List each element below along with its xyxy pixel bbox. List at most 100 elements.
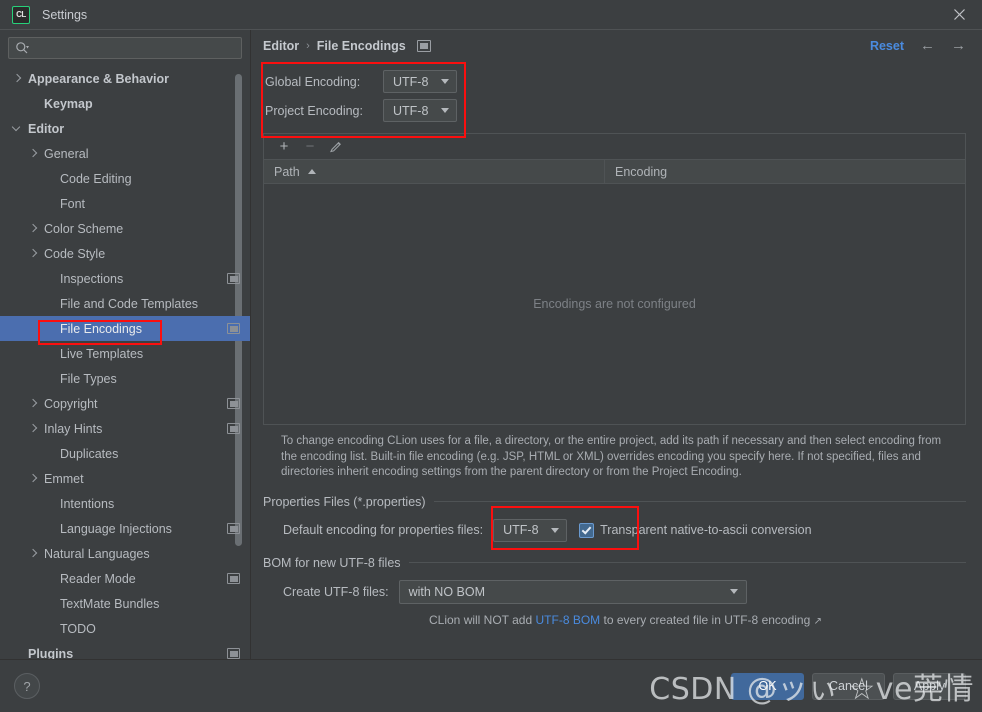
search-input[interactable] [29, 39, 235, 57]
forward-icon[interactable]: → [951, 38, 966, 53]
settings-sync-icon[interactable] [227, 523, 240, 534]
create-utf8-label: Create UTF-8 files: [283, 584, 389, 599]
sidebar-item-label: Language Injections [60, 521, 172, 536]
chevron-right-icon[interactable] [28, 223, 39, 234]
column-header-encoding[interactable]: Encoding [605, 160, 965, 183]
project-encoding-select[interactable]: UTF-8 [383, 99, 457, 122]
ok-button[interactable]: OK [731, 672, 804, 700]
settings-sync-icon[interactable] [227, 573, 240, 584]
chevron-right-icon[interactable] [28, 148, 39, 159]
sidebar-item-label: Inlay Hints [44, 421, 103, 436]
global-encoding-row: Global Encoding: UTF-8 [265, 67, 966, 96]
dialog-footer: ? OK Cancel Apply CSDN @ッぃ ☆ve莞情 [0, 659, 982, 712]
column-header-encoding-label: Encoding [615, 164, 668, 179]
properties-encoding-label: Default encoding for properties files: [283, 523, 484, 537]
sidebar-item-label: File Encodings [60, 321, 142, 336]
close-icon[interactable] [936, 0, 982, 29]
chevron-right-icon[interactable] [28, 423, 39, 434]
chevron-down-icon [551, 527, 560, 533]
sidebar-item-live-templates[interactable]: Live Templates [0, 341, 250, 366]
search-container [0, 30, 250, 65]
chevron-right-icon[interactable] [28, 473, 39, 484]
cancel-button[interactable]: Cancel [812, 672, 885, 700]
properties-encoding-value: UTF-8 [503, 523, 539, 537]
sidebar-item-label: Code Style [44, 246, 106, 261]
chevron-down-icon [441, 79, 449, 84]
settings-sync-icon[interactable] [227, 323, 240, 334]
window-title: Settings [42, 7, 88, 22]
sidebar-item-file-types[interactable]: File Types [0, 366, 250, 391]
global-encoding-select[interactable]: UTF-8 [383, 70, 457, 93]
edit-button[interactable] [324, 137, 348, 157]
bom-note: CLion will NOT add UTF-8 BOM to every cr… [263, 613, 966, 627]
encodings-table: + − Path Encoding Encodings are not conf… [263, 133, 966, 425]
sidebar-item-label: Keymap [44, 96, 93, 111]
bom-group-header: BOM for new UTF-8 files [263, 556, 966, 570]
create-utf8-select[interactable]: with NO BOM [398, 579, 747, 604]
help-icon[interactable]: ? [14, 673, 40, 699]
sidebar-item-color-scheme[interactable]: Color Scheme [0, 216, 250, 241]
sidebar-item-file-encodings[interactable]: File Encodings [0, 316, 250, 341]
apply-button[interactable]: Apply [893, 672, 966, 700]
search-icon [15, 41, 29, 55]
sidebar-item-keymap[interactable]: Keymap [0, 91, 250, 116]
settings-body: Appearance & Behavior Keymap Editor General… [0, 30, 982, 659]
reset-link[interactable]: Reset [870, 39, 904, 53]
sidebar-item-language-injections[interactable]: Language Injections [0, 516, 250, 541]
sidebar-item-font[interactable]: Font [0, 191, 250, 216]
sidebar-item-label: Plugins [28, 646, 74, 660]
sidebar-item-file-and-code-templates[interactable]: File and Code Templates [0, 291, 250, 316]
add-button[interactable]: + [272, 137, 296, 157]
sidebar-item-label: Duplicates [60, 446, 119, 461]
sidebar-item-copyright[interactable]: Copyright [0, 391, 250, 416]
sidebar-item-label: Color Scheme [44, 221, 124, 236]
sidebar-item-label: Intentions [60, 496, 115, 511]
transparent-conversion-checkbox[interactable] [579, 522, 595, 538]
back-icon[interactable]: ← [920, 38, 935, 53]
breadcrumb-parent[interactable]: Editor [263, 39, 299, 53]
sidebar-item-todo[interactable]: TODO [0, 616, 250, 641]
settings-sync-icon[interactable] [416, 39, 431, 52]
settings-sync-icon[interactable] [227, 648, 240, 659]
settings-sync-icon[interactable] [227, 398, 240, 409]
sidebar-item-editor[interactable]: Editor [0, 116, 250, 141]
settings-sync-icon[interactable] [227, 423, 240, 434]
transparent-conversion-label[interactable]: Transparent native-to-ascii conversion [600, 523, 811, 537]
sidebar-item-plugins[interactable]: Plugins [0, 641, 250, 659]
properties-group-header: Properties Files (*.properties) [263, 495, 966, 509]
sidebar-item-emmet[interactable]: Emmet [0, 466, 250, 491]
sidebar-item-reader-mode[interactable]: Reader Mode [0, 566, 250, 591]
column-header-path[interactable]: Path [264, 160, 605, 183]
remove-button[interactable]: − [298, 137, 322, 157]
chevron-down-icon[interactable] [12, 123, 23, 134]
sidebar-item-inlay-hints[interactable]: Inlay Hints [0, 416, 250, 441]
settings-sync-icon[interactable] [227, 273, 240, 284]
utf8-bom-link[interactable]: UTF-8 BOM [536, 613, 601, 627]
sidebar-item-label: TextMate Bundles [60, 596, 160, 611]
sidebar-item-inspections[interactable]: Inspections [0, 266, 250, 291]
sidebar-item-duplicates[interactable]: Duplicates [0, 441, 250, 466]
sidebar-item-textmate-bundles[interactable]: TextMate Bundles [0, 591, 250, 616]
chevron-right-icon[interactable] [12, 73, 23, 84]
sidebar-item-intentions[interactable]: Intentions [0, 491, 250, 516]
title-bar: CL Settings [0, 0, 982, 29]
sidebar-item-code-style[interactable]: Code Style [0, 241, 250, 266]
settings-sidebar: Appearance & Behavior Keymap Editor General… [0, 30, 251, 659]
sidebar-item-natural-languages[interactable]: Natural Languages [0, 541, 250, 566]
table-header-row: Path Encoding [264, 160, 965, 184]
chevron-right-icon[interactable] [28, 398, 39, 409]
chevron-right-icon[interactable] [28, 248, 39, 259]
search-box[interactable] [8, 37, 242, 59]
sidebar-item-appearance-behavior[interactable]: Appearance & Behavior [0, 66, 250, 91]
sidebar-item-label: Editor [28, 121, 65, 136]
sidebar-item-general[interactable]: General [0, 141, 250, 166]
sidebar-item-label: TODO [60, 621, 96, 636]
sidebar-item-code-editing[interactable]: Code Editing [0, 166, 250, 191]
sidebar-item-label: Natural Languages [44, 546, 150, 561]
chevron-right-icon[interactable] [28, 548, 39, 559]
chevron-down-icon [441, 108, 449, 113]
properties-encoding-select[interactable]: UTF-8 [493, 518, 568, 542]
